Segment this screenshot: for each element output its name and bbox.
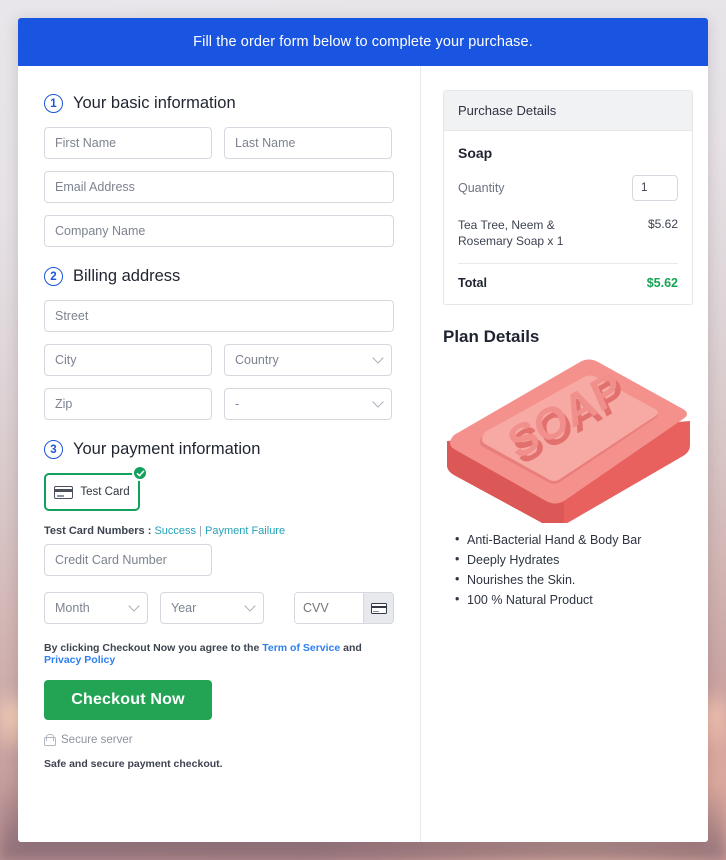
zip-input[interactable]: [44, 388, 212, 420]
step-title-3: Your payment information: [73, 440, 260, 459]
link-separator: |: [196, 525, 205, 537]
quantity-row: Quantity: [458, 175, 678, 201]
step-title-1: Your basic information: [73, 94, 236, 113]
purchase-details-panel: Purchase Details Soap Quantity Tea Tree,…: [443, 90, 693, 305]
expiry-cvv-row: Month Year: [44, 592, 394, 624]
payment-failure-link[interactable]: Payment Failure: [205, 525, 285, 537]
terms-of-service-link[interactable]: Term of Service: [262, 642, 340, 654]
cvv-input[interactable]: [295, 593, 363, 623]
test-card-numbers-line: Test Card Numbers : Success | Payment Fa…: [44, 525, 394, 537]
checkout-card: Fill the order form below to complete yo…: [18, 18, 708, 842]
street-input[interactable]: [44, 300, 394, 332]
soap-illustration-wrap: SOAP SOAP: [443, 353, 693, 523]
step-number-3: 3: [44, 440, 63, 459]
terms-text: By clicking Checkout Now you agree to th…: [44, 642, 394, 666]
credit-card-icon: [54, 486, 73, 499]
terms-prefix: By clicking Checkout Now you agree to th…: [44, 642, 262, 654]
total-label: Total: [458, 276, 487, 290]
state-select-wrap: -: [224, 388, 392, 420]
secure-server-row: Secure server: [44, 734, 394, 746]
test-card-label: Test Card: [80, 486, 129, 498]
plan-details-title: Plan Details: [443, 327, 693, 347]
company-input[interactable]: [44, 215, 394, 247]
safe-checkout-note: Safe and secure payment checkout.: [44, 758, 394, 770]
checkout-button[interactable]: Checkout Now: [44, 680, 212, 720]
step-heading-payment: 3 Your payment information: [44, 440, 394, 459]
banner-text: Fill the order form below to complete yo…: [193, 34, 533, 50]
card-body: 1 Your basic information 2 Billing addre…: [18, 66, 708, 842]
quantity-input[interactable]: [632, 175, 678, 201]
email-row: [44, 171, 394, 203]
year-select[interactable]: Year: [160, 592, 264, 624]
total-amount: $5.62: [647, 276, 678, 290]
lock-icon: [44, 734, 54, 746]
first-name-input[interactable]: [44, 127, 212, 159]
test-card-option[interactable]: Test Card: [44, 473, 140, 511]
plan-feature-list: Anti-Bacterial Hand & Body Bar Deeply Hy…: [443, 533, 693, 607]
line-item-description: Tea Tree, Neem & Rosemary Soap x 1: [458, 217, 598, 249]
form-column: 1 Your basic information 2 Billing addre…: [18, 66, 421, 842]
success-link[interactable]: Success: [154, 525, 196, 537]
purchase-details-header: Purchase Details: [444, 91, 692, 131]
city-country-row: Country: [44, 344, 394, 376]
email-input[interactable]: [44, 171, 394, 203]
credit-card-number-input[interactable]: [44, 544, 212, 576]
state-select[interactable]: -: [224, 388, 392, 420]
step-heading-basic-info: 1 Your basic information: [44, 94, 394, 113]
quantity-label: Quantity: [458, 181, 505, 195]
last-name-input[interactable]: [224, 127, 392, 159]
company-row: [44, 215, 394, 247]
list-item: Anti-Bacterial Hand & Body Bar: [455, 533, 693, 547]
total-row: Total $5.62: [458, 264, 678, 290]
month-select[interactable]: Month: [44, 592, 148, 624]
purchase-details-body: Soap Quantity Tea Tree, Neem & Rosemary …: [444, 131, 692, 304]
name-row: [44, 127, 394, 159]
test-card-option-wrap: Test Card: [44, 473, 140, 511]
check-circle-icon: [132, 465, 148, 481]
cvv-card-icon[interactable]: [363, 593, 393, 623]
page-banner: Fill the order form below to complete yo…: [18, 18, 708, 66]
street-row: [44, 300, 394, 332]
country-select[interactable]: Country: [224, 344, 392, 376]
country-select-wrap: Country: [224, 344, 392, 376]
soap-bar-illustration: SOAP SOAP: [443, 353, 693, 523]
city-input[interactable]: [44, 344, 212, 376]
product-name: Soap: [458, 145, 678, 161]
zip-state-row: -: [44, 388, 394, 420]
cvv-group: [294, 592, 394, 624]
list-item: 100 % Natural Product: [455, 593, 693, 607]
line-item-amount: $5.62: [648, 217, 678, 231]
line-item-row: Tea Tree, Neem & Rosemary Soap x 1 $5.62: [458, 217, 678, 264]
step-heading-billing: 2 Billing address: [44, 267, 394, 286]
step-number-2: 2: [44, 267, 63, 286]
terms-mid: and: [340, 642, 362, 654]
step-title-2: Billing address: [73, 267, 180, 286]
card-number-row: [44, 544, 394, 576]
list-item: Deeply Hydrates: [455, 553, 693, 567]
month-select-wrap: Month: [44, 592, 148, 624]
year-select-wrap: Year: [160, 592, 264, 624]
summary-column: Purchase Details Soap Quantity Tea Tree,…: [421, 66, 708, 842]
step-number-1: 1: [44, 94, 63, 113]
test-numbers-prefix: Test Card Numbers :: [44, 525, 154, 537]
privacy-policy-link[interactable]: Privacy Policy: [44, 654, 115, 666]
list-item: Nourishes the Skin.: [455, 573, 693, 587]
secure-server-label: Secure server: [61, 734, 133, 746]
